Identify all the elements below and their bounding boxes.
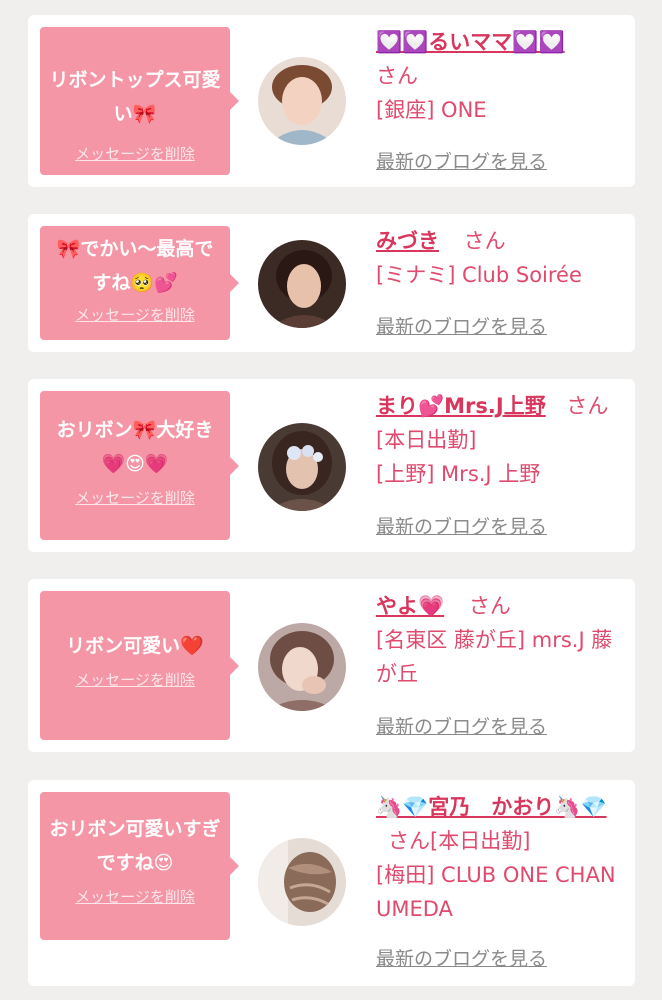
- honorific: さん[本日出勤]: [388, 829, 531, 853]
- avatar[interactable]: [258, 57, 346, 145]
- latest-blog-link[interactable]: 最新のブログを見る: [376, 712, 547, 739]
- latest-blog-link[interactable]: 最新のブログを見る: [376, 147, 547, 174]
- shop-name: [上野] Mrs.J 上野: [376, 462, 541, 486]
- message-bubble: リボントップス可愛い🎀 メッセージを削除: [40, 27, 239, 175]
- avatar-photo: [258, 623, 346, 711]
- delete-message-link[interactable]: メッセージを削除: [40, 304, 230, 325]
- avatar-photo: [258, 57, 346, 145]
- message-text: リボントップス可愛い🎀: [49, 69, 221, 125]
- delete-message-link[interactable]: メッセージを削除: [40, 143, 230, 164]
- message-bubble: おリボン可愛いすぎですね😍 メッセージを削除: [40, 792, 239, 940]
- cast-name-link[interactable]: やよ💗: [376, 594, 444, 618]
- message-text: リボン可愛い❤️: [66, 635, 204, 657]
- shop-name: [銀座] ONE: [376, 98, 487, 122]
- message-text: 🎀でかい〜最高ですね🥺💕: [56, 238, 214, 294]
- avatar-photo: [258, 423, 346, 511]
- avatar-photo: [258, 838, 346, 926]
- avatar[interactable]: [258, 240, 346, 328]
- message-bubble: リボン可愛い❤️ メッセージを削除: [40, 591, 239, 740]
- delete-message-link[interactable]: メッセージを削除: [40, 669, 230, 690]
- latest-blog-link[interactable]: 最新のブログを見る: [376, 312, 547, 339]
- cast-name-link[interactable]: 💟💟るいママ💟💟: [376, 30, 565, 54]
- shop-name: [梅田] CLUB ONE CHAN UMEDA: [376, 863, 616, 921]
- cast-info: みづき さん [ミナミ] Club Soirée: [376, 224, 616, 292]
- message-card: 🎀でかい〜最高ですね🥺💕 メッセージを削除 みづき さん [ミナミ] Club …: [28, 214, 635, 352]
- message-card: おリボン可愛いすぎですね😍 メッセージを削除 🦄💎宮乃 かおり🦄💎 さん[本日出…: [28, 780, 635, 986]
- message-bubble: 🎀でかい〜最高ですね🥺💕 メッセージを削除: [40, 226, 239, 340]
- cast-name-link[interactable]: 🦄💎宮乃 かおり🦄💎: [376, 795, 607, 819]
- cast-name-link[interactable]: みづき: [376, 229, 439, 253]
- avatar[interactable]: [258, 838, 346, 926]
- cast-info: まり💕Mrs.J上野 さん[本日出勤] [上野] Mrs.J 上野: [376, 389, 616, 491]
- message-text: おリボン🎀大好き💗😍💗: [56, 419, 214, 475]
- avatar[interactable]: [258, 623, 346, 711]
- message-list: リボントップス可愛い🎀 メッセージを削除 💟💟るいママ💟💟 さん [銀座] ON…: [0, 0, 662, 1000]
- cast-info: 💟💟るいママ💟💟 さん [銀座] ONE: [376, 25, 616, 127]
- latest-blog-link[interactable]: 最新のブログを見る: [376, 512, 547, 539]
- message-card: リボントップス可愛い🎀 メッセージを削除 💟💟るいママ💟💟 さん [銀座] ON…: [28, 15, 635, 187]
- message-bubble: おリボン🎀大好き💗😍💗 メッセージを削除: [40, 391, 239, 540]
- message-card: リボン可愛い❤️ メッセージを削除 やよ💗 さん [名東区 藤が丘] mrs.J…: [28, 579, 635, 752]
- honorific: さん: [463, 229, 506, 253]
- message-text: おリボン可愛いすぎですね😍: [49, 818, 221, 874]
- cast-info: やよ💗 さん [名東区 藤が丘] mrs.J 藤が丘: [376, 589, 616, 691]
- shop-name: [ミナミ] Club Soirée: [376, 263, 582, 287]
- cast-name-link[interactable]: まり💕Mrs.J上野: [376, 394, 546, 418]
- message-card: おリボン🎀大好き💗😍💗 メッセージを削除 まり💕Mrs.J上野 さん[本日出勤]…: [28, 379, 635, 552]
- cast-info: 🦄💎宮乃 かおり🦄💎 さん[本日出勤] [梅田] CLUB ONE CHAN U…: [376, 790, 616, 926]
- avatar[interactable]: [258, 423, 346, 511]
- latest-blog-link[interactable]: 最新のブログを見る: [376, 944, 547, 971]
- honorific: さん: [376, 64, 418, 88]
- honorific: さん: [468, 594, 511, 618]
- delete-message-link[interactable]: メッセージを削除: [40, 886, 230, 907]
- shop-name: [名東区 藤が丘] mrs.J 藤が丘: [376, 628, 613, 686]
- delete-message-link[interactable]: メッセージを削除: [40, 487, 230, 508]
- avatar-photo: [258, 240, 346, 328]
